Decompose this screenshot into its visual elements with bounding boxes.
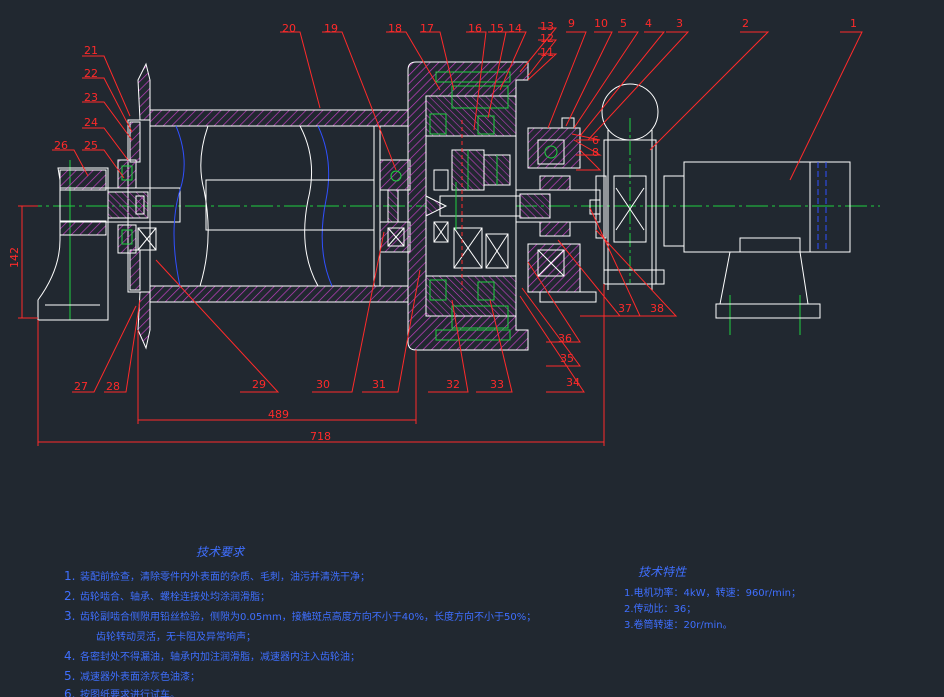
part-label: 36 [558,332,572,345]
part-label: 27 [74,380,88,393]
part-label: 10 [594,17,608,30]
coupling-brake [589,83,665,290]
spec-line: 1.电机功率：4kW，转速：960r/min； [624,586,801,599]
requirement-number: 5. [64,669,75,683]
part-label: 24 [84,116,98,129]
part-label: 18 [388,22,402,35]
part-label: 28 [106,380,120,393]
part-label: 38 [650,302,664,315]
requirement-text: 各密封处不得漏油，轴承内加注润滑脂，减速器内注入齿轮油； [80,650,360,663]
requirement-text: 齿轮啮合、轴承、螺栓连接处均涂润滑脂； [80,590,270,603]
part-label: 32 [446,378,460,391]
requirement-text: 齿轮转动灵活，无卡阻及异常响声； [96,630,256,643]
part-label: 25 [84,139,98,152]
part-label: 22 [84,67,98,80]
technical-specs: 技术特性 1.电机功率：4kW，转速：960r/min； 2.传动比：36； 3… [624,565,801,631]
part-label: 12 [540,32,554,45]
part-label: 34 [566,376,580,389]
input-bearing-housing [515,117,601,303]
part-label: 37 [618,302,632,315]
part-label: 5 [620,17,627,30]
part-label: 31 [372,378,386,391]
requirement-number: 2. [64,589,75,603]
left-bearing-support [37,167,109,321]
part-label: 21 [84,44,98,57]
requirement-number: 3. [64,609,75,623]
dimension-height: 142 [8,247,21,268]
reducer-housing [407,61,529,351]
part-label: 14 [508,22,522,35]
part-label: 30 [316,378,330,391]
specs-title: 技术特性 [638,565,687,579]
part-label: 2 [742,17,749,30]
part-label: 11 [540,46,554,59]
part-label: 35 [560,352,574,365]
requirement-text: 按图纸要求进行试车。 [80,688,180,697]
part-label: 26 [54,139,68,152]
part-label: 4 [645,17,652,30]
spec-line: 2.传动比：36； [624,603,696,615]
part-label: 3 [676,17,683,30]
technical-requirements: 技术要求 1. 装配前检查，清除零件内外表面的杂质、毛刺，油污并清洗干净； 2.… [64,545,536,697]
part-label: 13 [540,20,554,33]
part-label: 17 [420,22,434,35]
part-label: 20 [282,22,296,35]
spec-line: 3.卷筒转速：20r/min。 [624,618,733,631]
assembly-drawing-canvas: 1 2 3 4 5 6 6 7 8 6 9 10 11 12 13 14 15 … [8,17,880,697]
requirement-number: 6. [64,687,75,697]
part-label: 19 [324,22,338,35]
requirements-title: 技术要求 [196,545,246,559]
requirement-text: 装配前检查，清除零件内外表面的杂质、毛刺，油污并清洗干净； [80,570,370,583]
part-label: 29 [252,378,266,391]
requirement-text: 齿轮副啮合侧隙用铅丝检验，侧隙为0.05mm，接触斑点高度方向不小于40%，长度… [80,610,536,623]
part-label: 8 [592,146,599,159]
motor [663,161,851,319]
requirement-number: 4. [64,649,75,663]
part-label: 15 [490,22,504,35]
dimension-drum: 489 [268,408,289,421]
part-label: 9 [568,17,575,30]
part-label: 33 [490,378,504,391]
requirement-text: 减速器外表面涂灰色油漆； [80,670,200,683]
part-label: 16 [468,22,482,35]
dimension-overall: 718 [310,430,331,443]
part-label: 1 [850,17,857,30]
part-label: 23 [84,91,98,104]
requirement-number: 1. [64,569,75,583]
